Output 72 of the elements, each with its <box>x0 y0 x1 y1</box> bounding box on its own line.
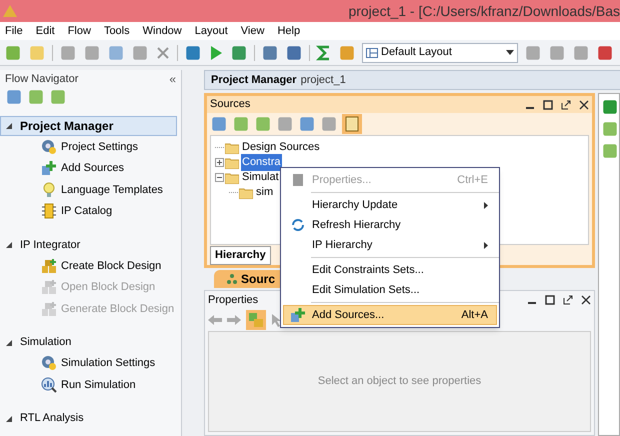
submenu-arrow-icon <box>484 242 488 248</box>
expand-arrow-icon[interactable] <box>6 340 12 346</box>
nav-item[interactable]: Project Settings <box>0 136 177 158</box>
menu-item[interactable]: Add Sources... Alt+A <box>283 305 497 325</box>
chart-icon <box>41 376 57 393</box>
back-arrow-icon[interactable] <box>208 314 222 326</box>
header-title: Project Manager <box>211 72 297 88</box>
float-icon[interactable] <box>561 100 571 110</box>
menu-item[interactable]: IP Hierarchy <box>283 235 497 255</box>
nav-section-header[interactable]: RTL Analysis <box>0 408 177 428</box>
float-icon[interactable] <box>563 295 573 305</box>
layout-icon <box>366 48 378 58</box>
close-icon[interactable] <box>581 295 591 305</box>
maximize-icon[interactable] <box>543 100 553 110</box>
menu-item[interactable]: Layout <box>194 22 228 40</box>
menu-item[interactable]: View <box>240 22 264 40</box>
empty-message: Select an object to see properties <box>318 374 482 390</box>
nav-section-header[interactable]: Project Manager <box>0 116 177 136</box>
nav-item[interactable]: Add Sources <box>0 158 177 179</box>
menu-item[interactable]: File <box>5 22 23 40</box>
tree-item[interactable]: Simulat <box>241 169 280 186</box>
blocks-icon <box>41 258 57 274</box>
blocks-icon[interactable] <box>246 310 266 330</box>
run-icon[interactable] <box>208 44 224 60</box>
maximize-icon[interactable] <box>545 295 555 305</box>
menu-item[interactable]: Hierarchy Update <box>283 195 497 215</box>
project-name: project_1 <box>300 72 346 88</box>
nav-item[interactable]: Language Templates <box>0 179 177 200</box>
tree-item[interactable]: Constra <box>241 154 282 171</box>
pointer-icon[interactable] <box>271 313 281 327</box>
nav-section-header[interactable]: Simulation <box>0 332 177 352</box>
menu-item[interactable]: Tools <box>104 22 130 40</box>
tree-item[interactable]: Design Sources <box>241 139 321 156</box>
menu-item[interactable]: Edit <box>36 22 55 40</box>
blocks-icon <box>41 300 57 317</box>
shortcut-text: Ctrl+E <box>457 172 488 188</box>
tree-item[interactable]: sim <box>255 184 274 201</box>
sigma-icon[interactable] <box>316 44 332 60</box>
lightbulb-icon <box>41 182 57 198</box>
panel-tab[interactable]: Hierarchy <box>210 246 271 265</box>
menu-item[interactable]: Flow <box>68 22 91 40</box>
layout-dropdown[interactable]: Default Layout <box>362 42 518 62</box>
collapse-toggle[interactable] <box>215 173 224 182</box>
hierarchy-icon <box>226 273 238 285</box>
window-title: project_1 - [C:/Users/kfranz/Downloads/Bas <box>348 2 620 21</box>
nav-item[interactable]: Simulation Settings <box>0 352 177 374</box>
forward-arrow-icon[interactable] <box>227 314 241 326</box>
shortcut-text: Alt+A <box>461 308 488 323</box>
expand-arrow-icon[interactable] <box>6 242 12 248</box>
expand-toggle[interactable] <box>215 158 224 167</box>
nav-item[interactable]: Run Simulation <box>0 374 177 396</box>
panel-title: Sources <box>210 97 250 112</box>
nav-item[interactable]: IP Catalog <box>0 200 177 222</box>
menu-item[interactable]: Window <box>142 22 182 40</box>
menu-item[interactable]: Help <box>277 22 300 40</box>
collapse-button[interactable]: « <box>169 70 176 88</box>
panel-title: Properties <box>208 292 258 308</box>
blocks-icon <box>41 279 57 296</box>
submenu-arrow-icon <box>484 202 488 208</box>
nav-section-header[interactable]: IP Integrator <box>0 235 177 255</box>
menu-item[interactable]: Refresh Hierarchy <box>283 215 497 235</box>
panel-title: Flow Navigator <box>5 72 78 87</box>
refresh-icon <box>290 217 306 233</box>
hierarchy-toggle-icon[interactable] <box>342 114 362 134</box>
delete-icon[interactable] <box>155 44 171 60</box>
close-icon[interactable] <box>579 100 589 110</box>
caret-icon <box>506 50 514 55</box>
expand-arrow-icon[interactable] <box>6 416 12 422</box>
chip-icon <box>41 203 57 220</box>
app-logo-icon <box>2 4 18 18</box>
nav-item[interactable]: Create Block Design <box>0 255 177 276</box>
expand-arrow-icon[interactable] <box>6 123 12 129</box>
